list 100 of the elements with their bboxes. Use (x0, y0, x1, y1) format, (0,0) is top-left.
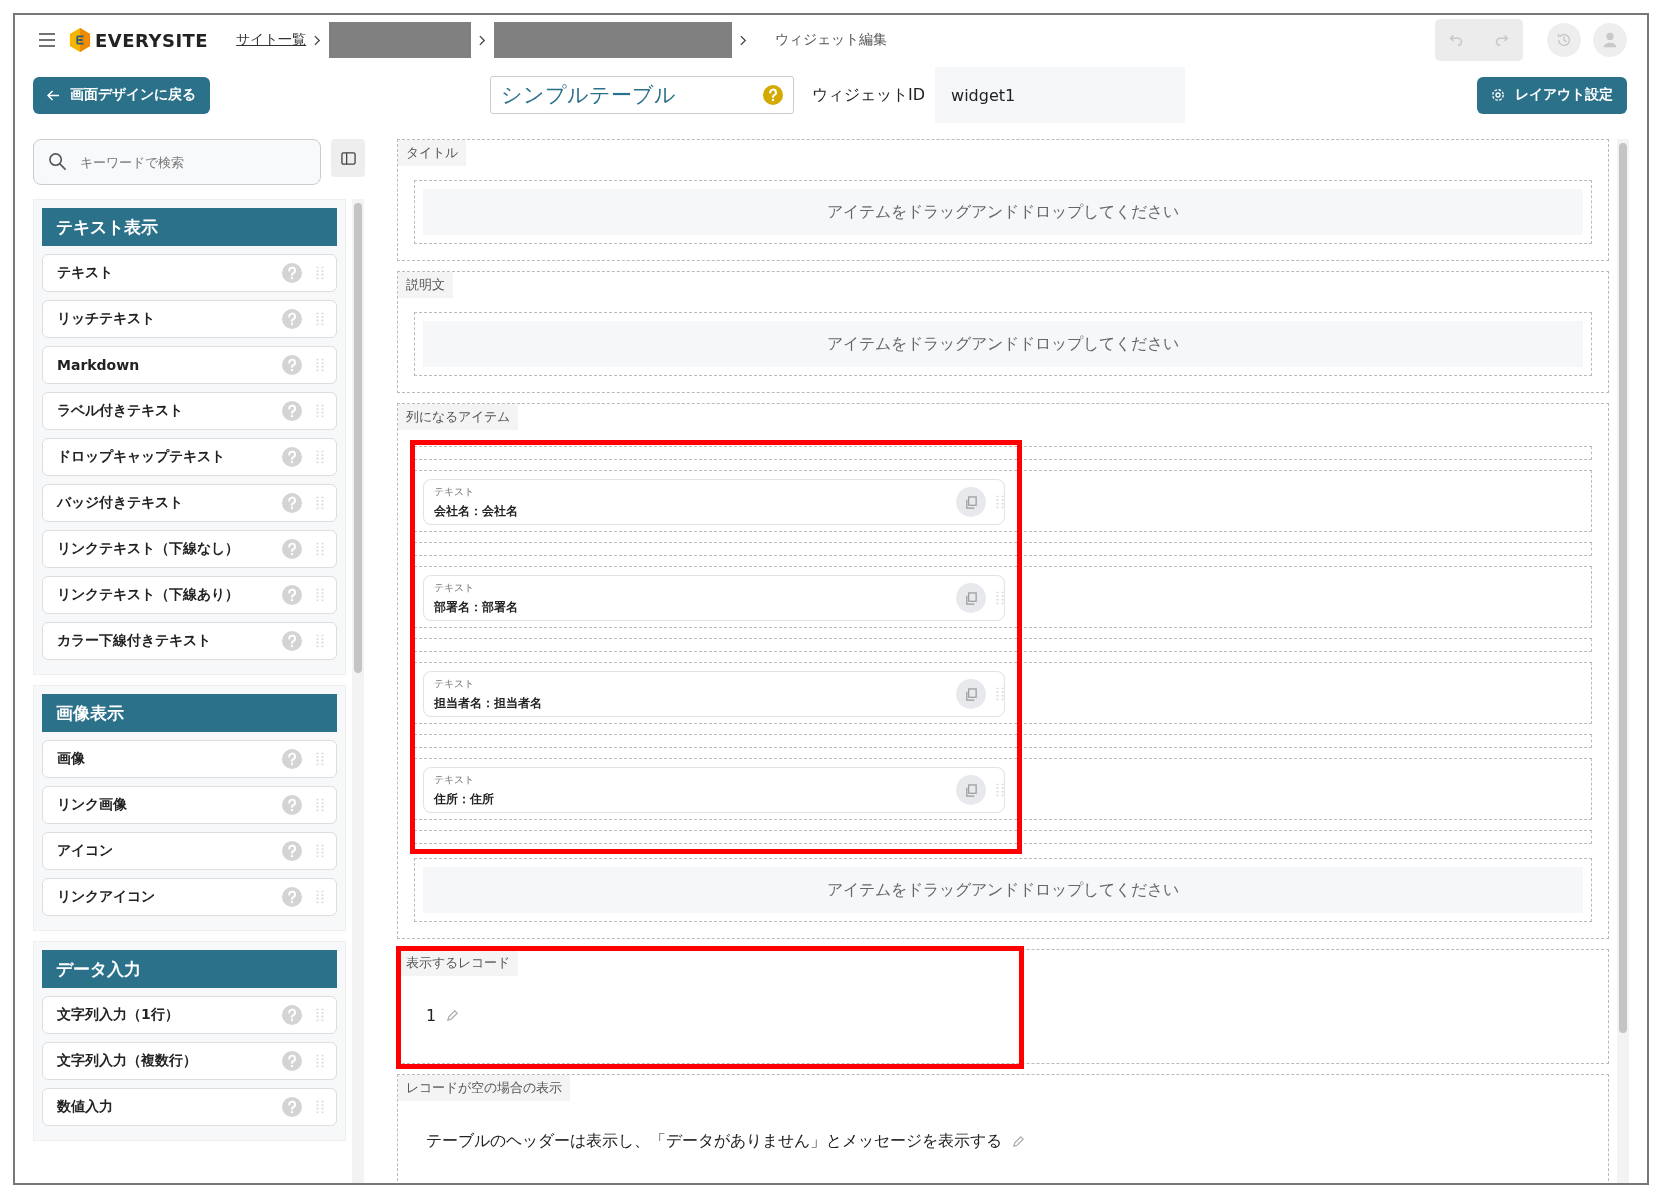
palette-item[interactable]: リンクテキスト（下線なし） (42, 530, 337, 568)
drop-hint: アイテムをドラッグアンドドロップしてください (827, 879, 1179, 901)
help-icon[interactable] (282, 355, 302, 375)
help-icon[interactable] (763, 85, 783, 105)
copy-icon (964, 687, 978, 701)
copy-icon (964, 783, 978, 797)
drag-handle-icon[interactable] (316, 890, 324, 904)
search-field[interactable]: キーワードで検索 (33, 139, 321, 185)
palette-item[interactable]: 画像 (42, 740, 337, 778)
help-icon[interactable] (282, 841, 302, 861)
section-label: 列になるアイテム (398, 404, 518, 430)
palette-item[interactable]: Markdown (42, 346, 337, 384)
drop-hint: アイテムをドラッグアンドドロップしてください (827, 201, 1179, 223)
gear-icon (1491, 88, 1505, 102)
palette-item[interactable]: テキスト (42, 254, 337, 292)
palette-item[interactable]: カラー下線付きテキスト (42, 622, 337, 660)
copy-icon (964, 495, 978, 509)
section-label: レコードが空の場合の表示 (398, 1075, 570, 1101)
palette-item[interactable]: 文字列入力（複数行） (42, 1042, 337, 1080)
drag-handle-icon[interactable] (316, 496, 324, 510)
help-icon[interactable] (282, 1051, 302, 1071)
chevron-right-icon (479, 34, 487, 46)
palette-item[interactable]: 数値入力 (42, 1088, 337, 1126)
drag-handle-icon[interactable] (316, 844, 324, 858)
back-button[interactable]: 画面デザインに戻る (33, 76, 210, 114)
drag-handle-icon[interactable] (316, 404, 324, 418)
drag-handle-icon[interactable] (316, 1008, 324, 1022)
palette-item[interactable]: アイコン (42, 832, 337, 870)
drag-handle-icon[interactable] (316, 1054, 324, 1068)
item-type: テキスト (434, 580, 475, 595)
drag-handle-icon[interactable] (316, 312, 324, 326)
palette-item[interactable]: バッジ付きテキスト (42, 484, 337, 522)
chevron-right-icon (740, 34, 748, 46)
help-icon[interactable] (282, 1097, 302, 1117)
section-label: タイトル (398, 140, 466, 166)
help-icon[interactable] (282, 493, 302, 513)
drag-handle-icon[interactable] (316, 634, 324, 648)
palette-item[interactable]: ラベル付きテキスト (42, 392, 337, 430)
copy-button[interactable] (956, 487, 986, 517)
help-icon[interactable] (282, 539, 302, 559)
palette-item[interactable]: ドロップキャップテキスト (42, 438, 337, 476)
palette-item[interactable]: リンクアイコン (42, 878, 337, 916)
section-value: テーブルのヘッダーは表示し、「データがありません」とメッセージを表示する (426, 1131, 1002, 1152)
drag-handle-icon[interactable] (316, 542, 324, 556)
drag-handle-icon[interactable] (996, 687, 1004, 701)
scrollbar[interactable] (1617, 139, 1629, 1183)
drag-handle-icon[interactable] (316, 798, 324, 812)
copy-button[interactable] (956, 775, 986, 805)
drag-handle-icon[interactable] (996, 783, 1004, 797)
item-type: テキスト (434, 484, 475, 499)
sidebar-icon (340, 150, 356, 166)
palette-item[interactable]: リッチテキスト (42, 300, 337, 338)
history-icon (1555, 31, 1573, 49)
help-icon[interactable] (282, 447, 302, 467)
menu-icon[interactable] (39, 33, 55, 47)
item-card[interactable]: テキスト 会社名：会社名 (423, 479, 1005, 525)
help-icon[interactable] (282, 309, 302, 329)
item-text: 部署名：部署名 (434, 598, 519, 616)
palette-item[interactable]: 文字列入力（1行） (42, 996, 337, 1034)
help-icon[interactable] (282, 795, 302, 815)
history-button[interactable] (1547, 23, 1581, 57)
drag-handle-icon[interactable] (316, 266, 324, 280)
drag-handle-icon[interactable] (316, 358, 324, 372)
scrollbar[interactable] (352, 199, 364, 1183)
section-label: 説明文 (398, 272, 453, 298)
group-header: データ入力 (42, 950, 337, 988)
drag-handle-icon[interactable] (316, 1100, 324, 1114)
palette-item[interactable]: リンクテキスト（下線あり） (42, 576, 337, 614)
copy-button[interactable] (956, 583, 986, 613)
drag-handle-icon[interactable] (316, 588, 324, 602)
pencil-icon[interactable] (1012, 1135, 1025, 1148)
help-icon[interactable] (282, 401, 302, 421)
widget-id-field[interactable]: widget1 (935, 67, 1186, 123)
drag-handle-icon[interactable] (316, 752, 324, 766)
palette-item[interactable]: リンク画像 (42, 786, 337, 824)
drop-hint: アイテムをドラッグアンドドロップしてください (827, 333, 1179, 355)
group-header: 画像表示 (42, 694, 337, 732)
help-icon[interactable] (282, 1005, 302, 1025)
help-icon[interactable] (282, 585, 302, 605)
drag-handle-icon[interactable] (996, 495, 1004, 509)
item-card[interactable]: テキスト 部署名：部署名 (423, 575, 1005, 621)
pencil-icon[interactable] (446, 1009, 460, 1022)
layout-settings-button[interactable]: レイアウト設定 (1477, 76, 1627, 114)
drag-handle-icon[interactable] (316, 450, 324, 464)
user-avatar[interactable] (1593, 23, 1627, 57)
breadcrumb-link[interactable]: サイト一覧 (236, 31, 307, 49)
widget-name-field[interactable]: シンプルテーブル (490, 76, 794, 114)
drag-handle-icon[interactable] (996, 591, 1004, 605)
help-icon[interactable] (282, 749, 302, 769)
help-icon[interactable] (282, 631, 302, 651)
item-text: 会社名：会社名 (434, 502, 519, 520)
logo-text: EVERYSITE (95, 29, 209, 51)
item-card[interactable]: テキスト 担当者名：担当者名 (423, 671, 1005, 717)
copy-button[interactable] (956, 679, 986, 709)
help-icon[interactable] (282, 887, 302, 907)
help-icon[interactable] (282, 263, 302, 283)
item-card[interactable]: テキスト 住所：住所 (423, 767, 1005, 813)
item-type: テキスト (434, 772, 475, 787)
section-value: 1 (426, 1006, 437, 1025)
sidebar-toggle-button[interactable] (331, 139, 365, 177)
